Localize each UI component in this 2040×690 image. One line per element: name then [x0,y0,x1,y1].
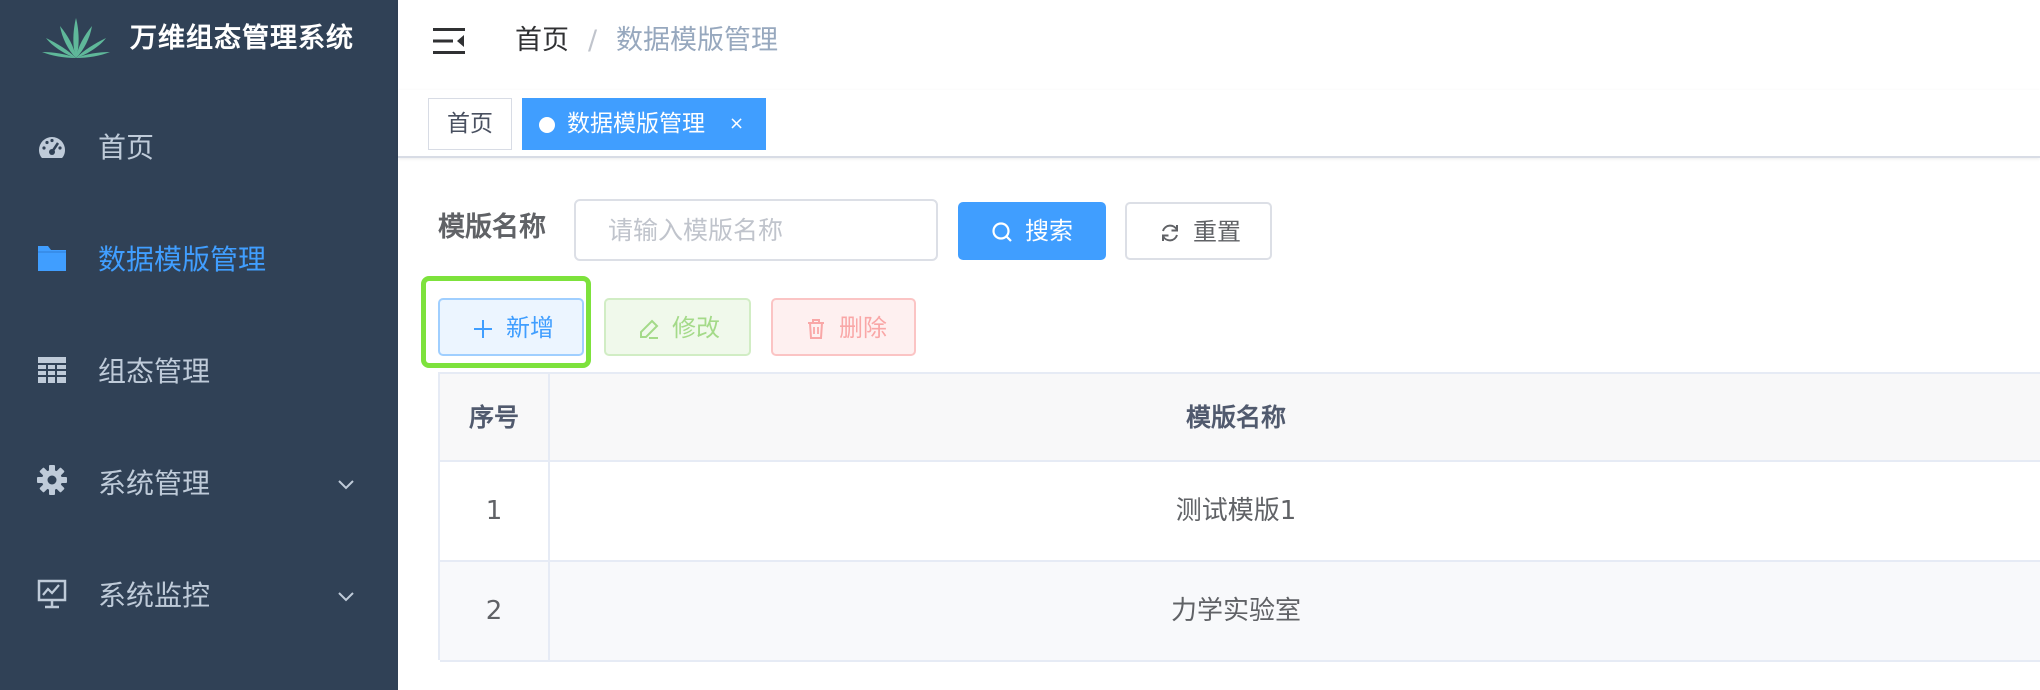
tags-view: 首页 数据模版管理 × [398,90,2040,158]
template-name-input[interactable] [574,199,938,261]
gear-icon [37,465,67,495]
sidebar-item-config[interactable]: 组态管理 [0,316,398,428]
chevron-down-icon [338,592,354,602]
delete-button-label: 删除 [839,314,887,342]
chevron-down-icon [338,480,354,490]
refresh-icon [1162,224,1178,242]
table-header: 序号 模版名称 [440,374,2040,462]
cell-index: 2 [440,562,550,660]
template-table: 序号 模版名称 1 测试模版1 2 力学实验室 [438,372,2040,662]
logo-icon [42,18,110,58]
tag-label: 数据模版管理 [567,111,705,137]
breadcrumb-separator: / [588,25,598,56]
column-header-template-name[interactable]: 模版名称 [550,374,1922,462]
tag-home[interactable]: 首页 [428,98,512,150]
sidebar-item-system[interactable]: 系统管理 [0,428,398,540]
sidebar-item-label: 组态管理 [98,355,211,388]
monitor-icon [37,579,67,609]
delete-button[interactable]: 删除 [771,298,916,356]
edit-icon [640,319,659,339]
sidebar-item-label: 系统监控 [98,579,211,612]
dashboard-icon [39,137,65,158]
sidebar: 万维组态管理系统 首页 数据模版管理 组态管理 系统管理 系统监控 [0,0,398,690]
sidebar-item-label: 系统管理 [98,467,211,500]
sidebar-item-home[interactable]: 首页 [0,92,398,204]
search-button-label: 搜索 [1025,217,1073,245]
sidebar-brand[interactable]: 万维组态管理系统 [0,0,398,78]
edit-button[interactable]: 修改 [604,298,751,356]
breadcrumb-current: 数据模版管理 [616,25,778,56]
add-button[interactable]: 新增 [438,298,584,356]
menu-toggle-icon[interactable] [432,24,466,58]
app-title: 万维组态管理系统 [130,23,354,54]
navbar: 首页 / 数据模版管理 [398,0,2040,90]
tag-data-template[interactable]: 数据模版管理 × [522,98,766,150]
sidebar-item-monitor[interactable]: 系统监控 [0,540,398,652]
cell-template-name: 测试模版1 [1175,496,1297,526]
plus-icon [474,320,492,338]
cell-template-name: 力学实验室 [1170,596,1301,626]
cell-index: 1 [440,462,550,560]
table-row[interactable]: 2 力学实验室 [440,562,2040,662]
search-icon [992,222,1012,242]
add-button-label: 新增 [506,314,554,342]
close-icon[interactable]: × [729,99,744,149]
sidebar-item-data-template[interactable]: 数据模版管理 [0,204,398,316]
table-row[interactable]: 1 测试模版1 [440,462,2040,562]
trash-icon [808,319,824,339]
sidebar-item-label: 首页 [98,131,155,164]
active-dot-icon [539,117,555,133]
reset-button[interactable]: 重置 [1125,202,1272,260]
grid-icon [38,357,66,383]
template-name-label: 模版名称 [438,212,546,243]
edit-button-label: 修改 [672,314,720,342]
breadcrumb-home[interactable]: 首页 [515,22,569,60]
search-button[interactable]: 搜索 [958,202,1106,260]
folder-icon [38,246,66,271]
column-header-index[interactable]: 序号 [440,374,550,462]
reset-button-label: 重置 [1193,218,1241,246]
sidebar-item-label: 数据模版管理 [98,243,267,276]
